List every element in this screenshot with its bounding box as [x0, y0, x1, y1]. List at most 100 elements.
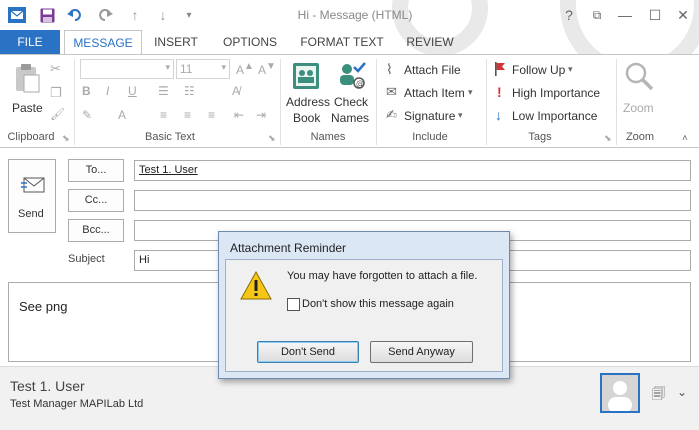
dont-show-label[interactable]: Don't show this message again [302, 298, 454, 310]
collapse-ribbon-icon[interactable]: ˄ [682, 133, 688, 144]
cut-icon[interactable]: ✂ [50, 61, 61, 77]
attach-item-button[interactable]: Attach Item [404, 86, 465, 100]
tab-message[interactable]: MESSAGE [64, 30, 142, 55]
customize-toolbar-icon[interactable]: ▾ [180, 6, 198, 24]
redo-icon[interactable] [96, 6, 114, 24]
contact-detail: Test Manager MAPILab Ltd [10, 398, 144, 410]
tab-file[interactable]: FILE [0, 30, 60, 54]
warning-icon [240, 270, 272, 304]
previous-item-icon[interactable]: ↑ [126, 6, 144, 24]
tab-options[interactable]: OPTIONS [216, 30, 284, 54]
address-book-label-line1: Address [286, 95, 331, 109]
address-book-icon [291, 61, 321, 94]
font-color-icon[interactable]: A [118, 108, 126, 122]
zoom-label: Zoom [623, 101, 654, 115]
undo-icon[interactable] [66, 6, 84, 24]
copy-icon[interactable]: ❐ [50, 85, 62, 101]
help-button[interactable]: ? [560, 6, 578, 24]
outlook-logo-icon [8, 6, 26, 24]
contact-card-icon[interactable]: 🗐 [652, 385, 665, 407]
shrink-font-icon[interactable]: A▼ [258, 61, 276, 77]
format-painter-icon[interactable]: 🖌 [50, 107, 65, 121]
minimize-button[interactable]: — [616, 6, 634, 24]
decrease-indent-icon[interactable]: ⇤ [234, 108, 244, 122]
signature-icon: ✍ [386, 107, 397, 122]
chevron-down-icon[interactable]: ▾ [468, 87, 473, 98]
close-button[interactable]: ✕ [674, 6, 692, 24]
address-book-button[interactable]: Address Book [284, 59, 330, 129]
ribbon: Paste ✂ ❐ 🖌 Clipboard ⬊ ▾ 11 ▾ A▲ A▼ B I… [0, 54, 699, 148]
send-button[interactable]: Send [8, 159, 56, 233]
chevron-down-icon[interactable]: ▾ [458, 110, 463, 121]
tags-launcher-icon[interactable]: ⬊ [604, 133, 612, 144]
attach-file-button[interactable]: Attach File [404, 63, 461, 77]
attachment-reminder-dialog: Attachment Reminder You may have forgott… [218, 231, 510, 379]
maximize-button[interactable]: ☐ [646, 6, 664, 24]
zoom-button[interactable]: Zoom [620, 59, 660, 123]
highlight-icon[interactable]: ✎ [82, 108, 92, 122]
send-anyway-button[interactable]: Send Anyway [370, 341, 473, 363]
contact-name[interactable]: Test 1. User [10, 378, 85, 394]
paste-icon [14, 63, 40, 96]
next-item-icon[interactable]: ↓ [154, 6, 172, 24]
chevron-down-icon[interactable]: ⌄ [677, 385, 687, 399]
signature-button[interactable]: Signature [404, 109, 455, 123]
to-button[interactable]: To... [68, 159, 124, 182]
restore-ribbon-button[interactable]: ⧉ [588, 6, 606, 24]
dialog-content: You may have forgotten to attach a file.… [225, 259, 503, 372]
clipboard-launcher-icon[interactable]: ⬊ [62, 133, 70, 144]
align-center-icon[interactable]: ≡ [184, 108, 191, 122]
high-importance-button[interactable]: High Importance [512, 86, 600, 100]
low-importance-icon: ↓ [495, 107, 502, 123]
save-icon[interactable] [38, 6, 56, 24]
check-names-button[interactable]: @ Check Names [331, 59, 372, 129]
send-icon [21, 176, 45, 197]
underline-icon[interactable]: U [128, 84, 137, 98]
low-importance-button[interactable]: Low Importance [512, 109, 597, 123]
align-left-icon[interactable]: ≡ [160, 108, 167, 122]
numbering-icon[interactable]: ☷ [184, 84, 195, 98]
italic-icon[interactable]: I [106, 84, 109, 98]
svg-text:@: @ [356, 79, 364, 88]
grow-font-icon[interactable]: A▲ [236, 61, 254, 77]
paste-button[interactable]: Paste [6, 59, 46, 119]
subject-label: Subject [68, 253, 105, 265]
tab-format-text[interactable]: FORMAT TEXT [296, 30, 388, 54]
font-name-combo[interactable]: ▾ [80, 59, 174, 79]
chevron-down-icon[interactable]: ▾ [568, 64, 573, 75]
tab-insert[interactable]: INSERT [148, 30, 204, 54]
to-field[interactable]: Test 1. User [134, 160, 691, 181]
avatar[interactable] [600, 373, 640, 413]
chevron-down-icon: ▾ [221, 62, 226, 72]
group-divider [486, 59, 487, 145]
recipient-chip[interactable]: Test 1. User [139, 164, 198, 176]
dont-show-checkbox[interactable] [287, 298, 300, 311]
send-label: Send [18, 208, 44, 220]
clipboard-group-label: Clipboard [7, 131, 55, 143]
bold-icon[interactable]: B [82, 84, 91, 98]
chevron-down-icon: ▾ [165, 62, 170, 72]
cc-field[interactable] [134, 190, 691, 211]
group-divider [616, 59, 617, 145]
increase-indent-icon[interactable]: ⇥ [256, 108, 266, 122]
check-names-label-line1: Check [334, 95, 369, 109]
bullets-icon[interactable]: ☰ [158, 84, 169, 98]
names-group-label: Names [310, 131, 346, 143]
paste-label: Paste [12, 101, 43, 115]
dont-send-button[interactable]: Don't Send [257, 341, 359, 363]
dialog-title: Attachment Reminder [230, 241, 347, 255]
bcc-button[interactable]: Bcc... [68, 219, 124, 242]
group-divider [376, 59, 377, 145]
cc-button[interactable]: Cc... [68, 189, 124, 212]
tab-review[interactable]: REVIEW [398, 30, 462, 54]
basic-text-group-label: Basic Text [145, 131, 195, 143]
group-divider [280, 59, 281, 145]
clear-formatting-icon[interactable]: A̸ [232, 84, 240, 98]
include-group-label: Include [412, 131, 448, 143]
font-size-combo[interactable]: 11 ▾ [176, 59, 230, 79]
check-names-label-line2: Names [331, 111, 370, 125]
align-right-icon[interactable]: ≡ [208, 108, 215, 122]
message-body-text: See png [19, 299, 68, 314]
follow-up-button[interactable]: Follow Up [512, 63, 565, 77]
font-launcher-icon[interactable]: ⬊ [268, 133, 276, 144]
